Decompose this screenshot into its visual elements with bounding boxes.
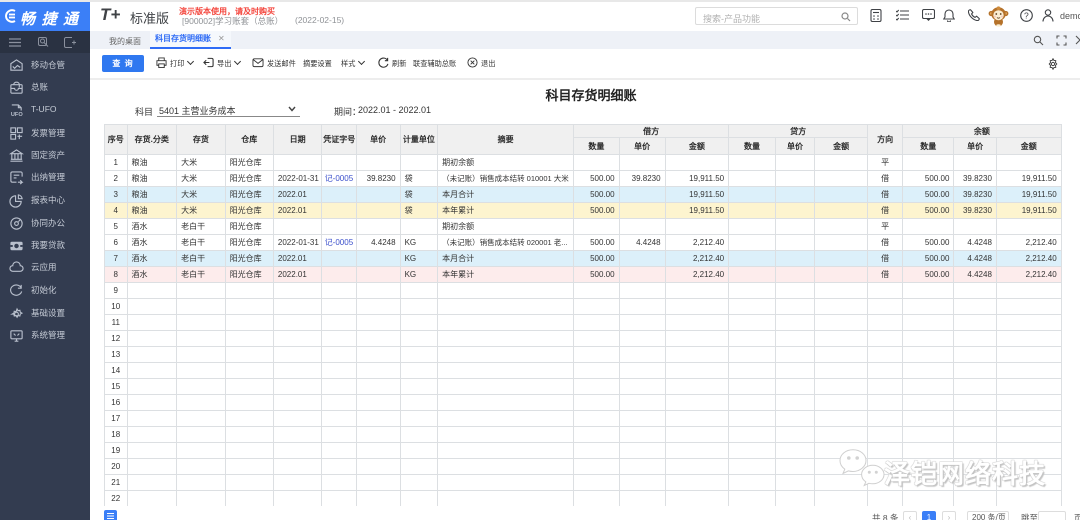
svg-text:?: ? [1024,11,1029,21]
svg-text:UFO: UFO [11,112,23,118]
